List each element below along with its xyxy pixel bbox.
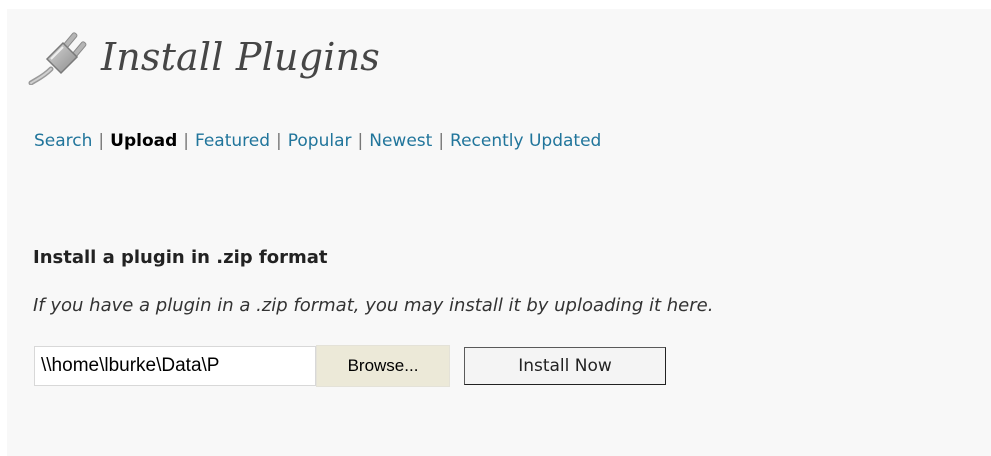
subnav-separator: | — [183, 131, 189, 151]
plugin-install-panel: Install Plugins Search | Upload | Featured | P… — [7, 9, 991, 456]
plugin-install-subnav: Search | Upload | Featured | Popular | Newest | Re… — [34, 127, 601, 155]
plugin-plug-icon — [27, 29, 89, 86]
upload-description: If you have a plugin in a .zip format, y… — [33, 295, 714, 316]
subnav-separator: | — [438, 131, 445, 151]
plugin-file-input[interactable] — [34, 346, 316, 386]
browse-button[interactable]: Browse... — [316, 345, 450, 387]
install-now-button[interactable]: Install Now — [464, 347, 666, 385]
tab-search[interactable]: Search — [34, 131, 92, 151]
subnav-separator: | — [276, 131, 282, 151]
tab-upload[interactable]: Upload — [110, 131, 177, 151]
tab-featured[interactable]: Featured — [195, 131, 270, 151]
tab-recently-updated[interactable]: Recently Updated — [450, 131, 601, 151]
page-title: Install Plugins — [101, 35, 380, 79]
page-header: Install Plugins — [27, 27, 380, 87]
tab-newest[interactable]: Newest — [369, 131, 432, 151]
subnav-separator: | — [98, 131, 105, 151]
upload-form: Browse... Install Now — [34, 345, 666, 387]
tab-popular[interactable]: Popular — [288, 131, 352, 151]
subnav-separator: | — [357, 131, 364, 151]
upload-section-heading: Install a plugin in .zip format — [33, 247, 328, 268]
